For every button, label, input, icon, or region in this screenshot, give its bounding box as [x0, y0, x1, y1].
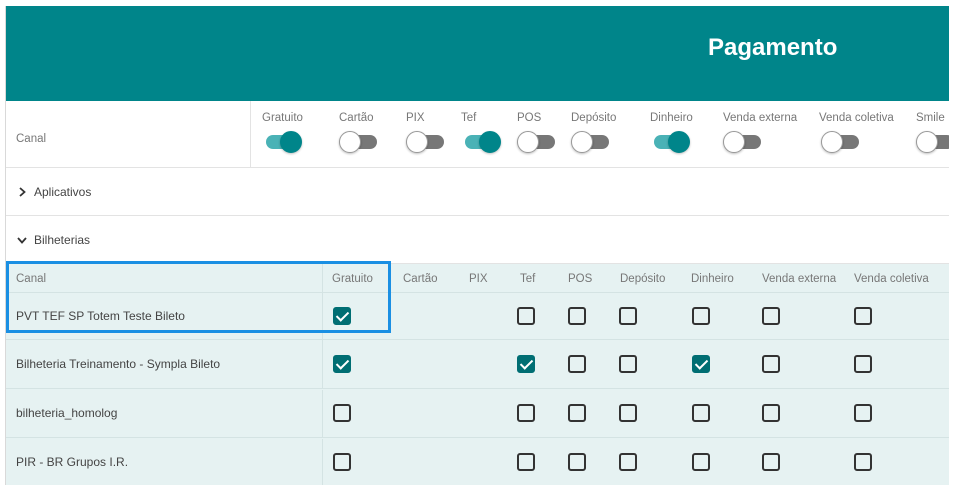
column-header-deposito: Depósito — [620, 273, 666, 285]
checkbox-gratuito[interactable] — [333, 453, 351, 471]
toggle-knob — [571, 131, 593, 153]
column-divider — [250, 101, 251, 167]
table-row: PIR - BR Grupos I.R. — [6, 439, 949, 485]
toggle-switch[interactable] — [339, 131, 377, 153]
checkbox-gratuito[interactable] — [333, 404, 351, 422]
group-label-wrap: Bilheterias — [16, 233, 90, 247]
toggle-switch[interactable] — [465, 131, 501, 153]
toggle-switch[interactable] — [266, 131, 302, 153]
column-header-gratuito: Gratuito — [332, 273, 373, 285]
column-divider — [322, 341, 323, 389]
checkbox-dinheiro[interactable] — [692, 355, 710, 373]
group-label: Aplicativos — [34, 185, 92, 199]
toggle-label: Venda externa — [723, 112, 798, 124]
toggle-label: Gratuito — [262, 112, 303, 124]
checkbox-dinheiro[interactable] — [692, 307, 710, 325]
checkbox-deposito[interactable] — [619, 404, 637, 422]
checkbox-venda-coletiva[interactable] — [854, 355, 872, 373]
checkbox-dinheiro[interactable] — [692, 453, 710, 471]
toggle-label: PIX — [406, 112, 425, 124]
table-header: Canal Gratuito Cartão PIX Tef POS Depósi… — [6, 264, 949, 292]
group-label: Bilheterias — [34, 233, 91, 247]
checkbox-deposito[interactable] — [619, 355, 637, 373]
toggle-knob — [821, 131, 843, 153]
checkbox-deposito[interactable] — [619, 307, 637, 325]
toggle-switch[interactable] — [406, 131, 444, 153]
toggle-knob — [723, 131, 745, 153]
checkbox-pos[interactable] — [568, 404, 586, 422]
chevron-right-icon — [16, 186, 28, 198]
checkbox-deposito[interactable] — [619, 453, 637, 471]
checkbox-venda-externa[interactable] — [762, 355, 780, 373]
checkbox-dinheiro[interactable] — [692, 404, 710, 422]
table-row: bilheteria_homolog — [6, 390, 949, 438]
checkbox-tef[interactable] — [517, 404, 535, 422]
table-row: Bilheteria Treinamento - Sympla Bileto — [6, 341, 949, 389]
group-row-bilheterias[interactable]: Bilheterias — [6, 216, 949, 264]
toggle-knob — [668, 131, 690, 153]
toggle-knob — [479, 131, 501, 153]
toggle-knob — [916, 131, 938, 153]
checkbox-pos[interactable] — [568, 453, 586, 471]
toggle-label: Tef — [461, 112, 477, 124]
toggle-knob — [339, 131, 361, 153]
toggle-switch[interactable] — [916, 131, 949, 153]
group-row-aplicativos[interactable]: Aplicativos — [6, 168, 949, 216]
row-canal-name: Bilheteria Treinamento - Sympla Bileto — [16, 357, 221, 371]
chevron-down-icon — [16, 234, 28, 246]
checkbox-pos[interactable] — [568, 355, 586, 373]
checkbox-venda-coletiva[interactable] — [854, 453, 872, 471]
payment-settings-panel: Pagamento Canal Gratuito Cartão PIX Tef … — [5, 6, 949, 485]
checkbox-venda-externa[interactable] — [762, 307, 780, 325]
column-header-pix: PIX — [469, 273, 488, 285]
toggle-switch[interactable] — [571, 131, 609, 153]
toggle-knob — [280, 131, 302, 153]
checkbox-venda-externa[interactable] — [762, 453, 780, 471]
toggle-knob — [517, 131, 539, 153]
checkbox-pos[interactable] — [568, 307, 586, 325]
column-header-tef: Tef — [520, 273, 536, 285]
toggle-label: Depósito — [571, 112, 617, 124]
checkbox-venda-externa[interactable] — [762, 404, 780, 422]
checkbox-gratuito[interactable] — [333, 307, 351, 325]
column-header-pos: POS — [568, 273, 593, 285]
canal-header-label: Canal — [16, 133, 47, 145]
page-title: Pagamento — [708, 34, 838, 61]
group-label-wrap: Aplicativos — [16, 185, 91, 199]
column-divider — [322, 293, 323, 341]
column-header-dinheiro: Dinheiro — [691, 273, 734, 285]
toggle-knob — [406, 131, 428, 153]
toggle-label: Dinheiro — [650, 112, 693, 124]
bilheterias-table: Canal Gratuito Cartão PIX Tef POS Depósi… — [6, 264, 949, 485]
checkbox-gratuito[interactable] — [333, 355, 351, 373]
checkbox-tef[interactable] — [517, 355, 535, 373]
header-banner: Pagamento — [6, 6, 949, 101]
checkbox-tef[interactable] — [517, 307, 535, 325]
toggle-label: Cartão — [339, 112, 374, 124]
column-header-venda-externa: Venda externa — [762, 273, 837, 285]
toggle-switch[interactable] — [517, 131, 555, 153]
column-header-venda-coletiva: Venda coletiva — [854, 273, 929, 285]
row-canal-name: PVT TEF SP Totem Teste Bileto — [16, 309, 185, 323]
checkbox-venda-coletiva[interactable] — [854, 307, 872, 325]
column-divider — [322, 439, 323, 485]
column-header-canal: Canal — [16, 273, 47, 285]
column-header-cartao: Cartão — [403, 273, 438, 285]
column-divider — [322, 390, 323, 438]
toggle-switch[interactable] — [821, 131, 859, 153]
checkbox-venda-coletiva[interactable] — [854, 404, 872, 422]
row-canal-name: PIR - BR Grupos I.R. — [16, 455, 129, 469]
checkbox-tef[interactable] — [517, 453, 535, 471]
toggle-header-row: Canal Gratuito Cartão PIX Tef POS Depósi… — [6, 101, 949, 168]
column-divider — [322, 264, 323, 292]
table-row: PVT TEF SP Totem Teste Bileto — [6, 292, 949, 341]
toggle-label: Venda coletiva — [819, 112, 894, 124]
row-canal-name: bilheteria_homolog — [16, 406, 118, 420]
toggle-label: POS — [517, 112, 542, 124]
toggle-label: Smile — [916, 112, 945, 124]
toggle-switch[interactable] — [723, 131, 761, 153]
toggle-switch[interactable] — [654, 131, 690, 153]
